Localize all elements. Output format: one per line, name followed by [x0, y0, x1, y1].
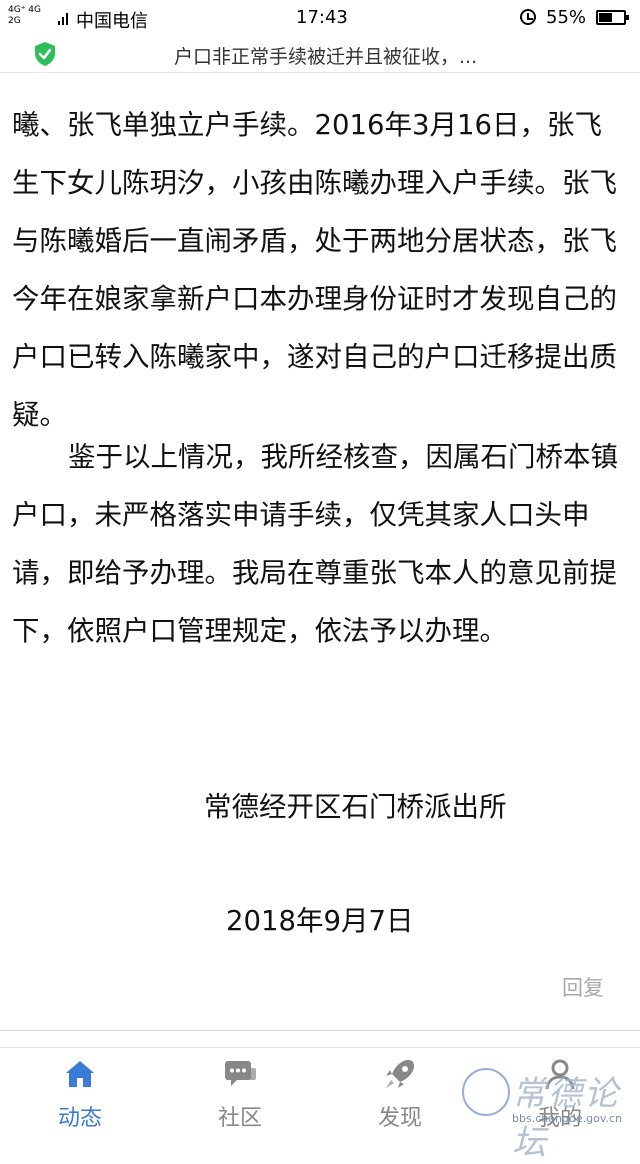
chat-icon — [225, 1061, 256, 1086]
clipped-text-line — [12, 72, 572, 83]
network-type-top: 4G⁺ 4G — [8, 5, 42, 15]
tab-shequ[interactable]: 社区 — [160, 1048, 320, 1138]
article-signature: 常德经开区石门桥派出所 — [204, 791, 507, 823]
carrier-name: 中国电信 — [76, 11, 148, 32]
user-icon — [545, 1059, 575, 1090]
network-type-bottom: 2G — [8, 16, 21, 26]
tab-wode[interactable]: 我的 — [480, 1048, 640, 1138]
content-divider — [0, 1031, 640, 1048]
page-title: 户口非正常手续被迁并且被征收，... — [174, 46, 478, 68]
reply-button[interactable]: 回复 — [562, 972, 604, 1002]
clock: 17:43 — [296, 7, 348, 28]
article-paragraph-1: 曦、张飞单独立户手续。2016年3月16日，张飞生下女儿陈玥汐，小孩由陈曦办理入… — [12, 109, 617, 431]
battery-icon — [596, 10, 629, 25]
home-icon — [66, 1061, 94, 1087]
signal-icon — [58, 11, 70, 25]
rocket-icon — [386, 1060, 414, 1088]
url-bar[interactable]: 户口非正常手续被迁并且被征收，... — [0, 36, 640, 73]
tab-label: 社区 — [217, 1106, 262, 1131]
tab-dongtai[interactable]: 动态 — [0, 1048, 160, 1138]
bottom-tab-bar: 动态 社区 发现 我的 — [0, 1048, 640, 1138]
article-date: 2018年9月7日 — [226, 905, 414, 937]
battery-fill — [599, 13, 613, 22]
alarm-icon — [520, 9, 536, 25]
battery-percent: 55% — [546, 7, 587, 28]
network-indicator: 4G⁺ 4G 2G — [8, 5, 41, 27]
tab-label: 我的 — [537, 1106, 582, 1131]
shield-check-icon — [35, 42, 55, 66]
article-paragraph-2: 鉴于以上情况，我所经核查，因属石门桥本镇户口，未严格落实申请手续，仅凭其家人口头… — [12, 441, 618, 647]
article-content[interactable]: 曦、张飞单独立户手续。2016年3月16日，张飞生下女儿陈玥汐，小孩由陈曦办理入… — [0, 72, 640, 1031]
tab-label: 发现 — [377, 1106, 422, 1131]
tab-label: 动态 — [57, 1106, 102, 1131]
status-bar: 4G⁺ 4G 2G 中国电信 17:43 55% — [0, 0, 640, 36]
tab-faxian[interactable]: 发现 — [320, 1048, 480, 1138]
